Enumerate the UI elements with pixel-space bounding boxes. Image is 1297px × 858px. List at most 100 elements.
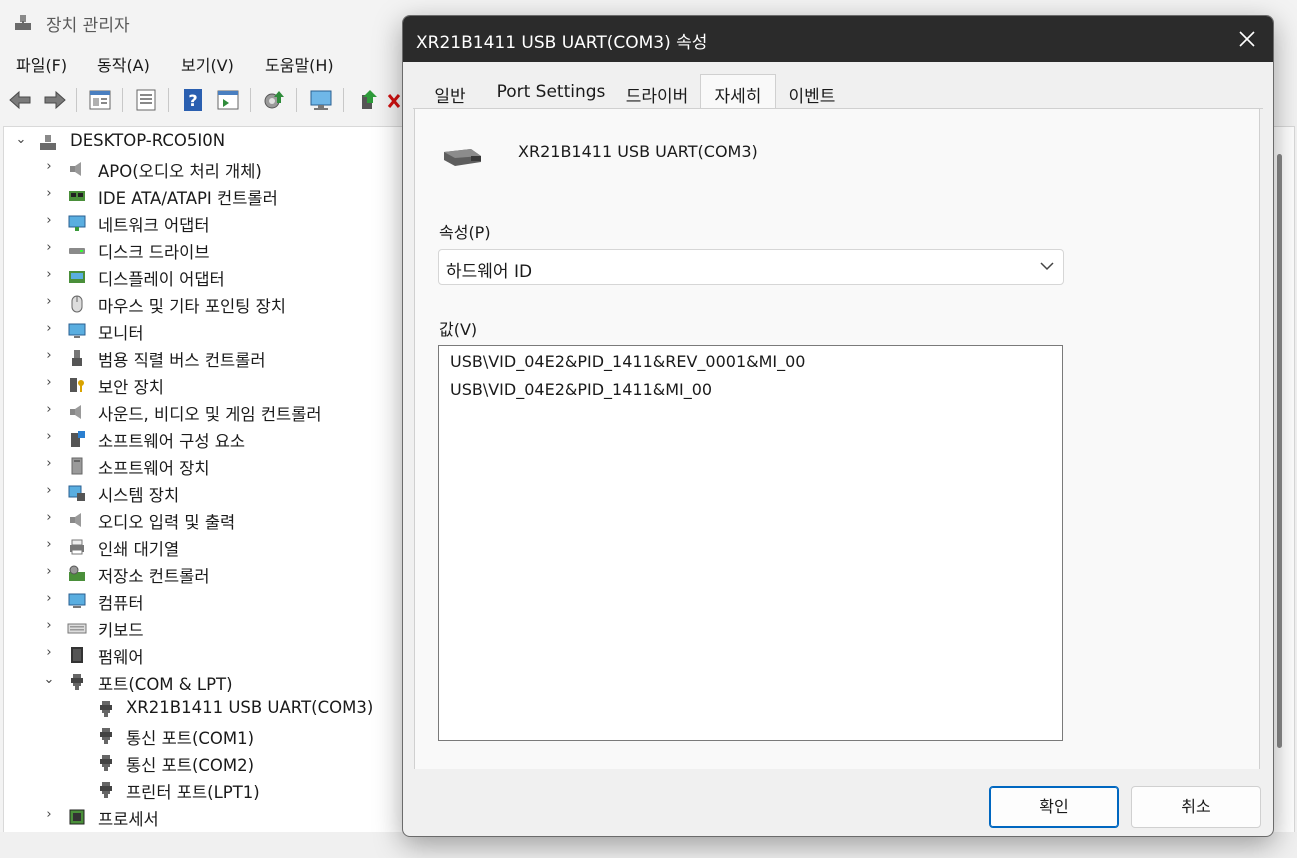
tree-category[interactable]: › 시스템 장치 — [4, 480, 404, 507]
tree-category[interactable]: › 키보드 — [4, 615, 404, 642]
tab-events[interactable]: 이벤트 — [775, 76, 849, 108]
tab-driver-label: 드라이버 — [625, 87, 689, 107]
tree-device-label: XR21B1411 USB UART(COM3) — [126, 698, 374, 717]
menu-view[interactable]: 보기(V) — [181, 52, 234, 76]
enable-device-icon[interactable] — [356, 87, 382, 113]
tree-category[interactable]: › 보안 장치 — [4, 372, 404, 399]
display-adapter-icon — [69, 271, 85, 283]
tree-device[interactable]: 통신 포트(COM2) — [4, 750, 404, 777]
storage-controller-icon — [69, 565, 85, 581]
printer-icon — [70, 539, 84, 555]
ide-controller-icon — [69, 191, 85, 201]
speaker-icon — [70, 405, 81, 419]
tree-category[interactable]: › IDE ATA/ATAPI 컨트롤러 — [4, 183, 404, 210]
update-driver-icon[interactable] — [261, 87, 287, 113]
port-icon — [100, 755, 112, 771]
tree-scrollbar-thumb[interactable] — [1277, 154, 1282, 748]
menu-help[interactable]: 도움말(H) — [265, 52, 334, 76]
chevron-right-icon[interactable]: › — [42, 484, 56, 498]
chevron-right-icon[interactable]: › — [42, 457, 56, 471]
chevron-right-icon[interactable]: › — [42, 241, 56, 255]
chevron-down-icon[interactable]: ⌄ — [14, 133, 28, 147]
tree-category[interactable]: ⌄ 포트(COM & LPT) — [4, 669, 404, 696]
chevron-right-icon[interactable]: › — [42, 619, 56, 633]
tree-category[interactable]: › 오디오 입력 및 출력 — [4, 507, 404, 534]
properties-icon[interactable] — [133, 87, 159, 113]
computer-icon — [68, 593, 86, 608]
tree-category[interactable]: › 모니터 — [4, 318, 404, 345]
menu-bar: 파일(F) 동작(A) 보기(V) 도움말(H) — [0, 48, 400, 80]
app-title: 장치 관리자 — [46, 16, 130, 36]
tab-driver[interactable]: 드라이버 — [613, 76, 701, 108]
property-dropdown[interactable]: 하드웨어 ID — [438, 249, 1064, 285]
tab-general[interactable]: 일반 — [413, 76, 487, 108]
value-item[interactable]: USB\VID_04E2&PID_1411&REV_0001&MI_00 — [450, 352, 805, 371]
show-hide-tree-icon[interactable] — [87, 87, 113, 113]
value-item[interactable]: USB\VID_04E2&PID_1411&MI_00 — [450, 380, 712, 399]
tree-category-label: 키보드 — [98, 621, 144, 640]
chevron-right-icon[interactable]: › — [42, 592, 56, 606]
tree-device[interactable]: 프린터 포트(LPT1) — [4, 777, 404, 804]
tree-root-computer[interactable]: ⌄ DESKTOP-RCO5I0N — [4, 129, 404, 156]
tab-details[interactable]: 자세히 — [700, 74, 776, 109]
close-button[interactable] — [1231, 24, 1263, 54]
scan-hardware-icon[interactable] — [308, 87, 334, 113]
chevron-right-icon[interactable]: › — [42, 214, 56, 228]
tree-category-label: 범용 직렬 버스 컨트롤러 — [98, 351, 266, 370]
tree-device[interactable]: 통신 포트(COM1) — [4, 723, 404, 750]
tab-port-settings[interactable]: Port Settings — [487, 76, 615, 108]
tree-category-label: 소프트웨어 구성 요소 — [98, 432, 246, 451]
tree-category[interactable]: › 소프트웨어 구성 요소 — [4, 426, 404, 453]
chevron-right-icon[interactable]: › — [42, 268, 56, 282]
chevron-right-icon[interactable]: › — [42, 376, 56, 390]
tree-category[interactable]: › APO(오디오 처리 개체) — [4, 156, 404, 183]
chevron-right-icon[interactable]: › — [42, 565, 56, 579]
dialog-titlebar[interactable]: XR21B1411 USB UART(COM3) 속성 — [403, 16, 1273, 62]
chevron-down-icon[interactable]: ⌄ — [42, 673, 56, 687]
chevron-right-icon[interactable]: › — [42, 808, 56, 822]
chevron-down-icon — [1040, 262, 1054, 271]
tree-category[interactable]: › 디스크 드라이브 — [4, 237, 404, 264]
chevron-right-icon[interactable]: › — [42, 538, 56, 552]
chevron-right-icon[interactable]: › — [42, 160, 56, 174]
tree-category[interactable]: › 저장소 컨트롤러 — [4, 561, 404, 588]
chevron-right-icon[interactable]: › — [42, 187, 56, 201]
tree-category[interactable]: › 프로세서 — [4, 804, 404, 831]
help-icon[interactable]: ? — [180, 87, 206, 113]
chevron-right-icon[interactable]: › — [42, 349, 56, 363]
forward-arrow-icon[interactable] — [42, 87, 68, 113]
cancel-button[interactable]: 취소 — [1131, 786, 1261, 828]
port-icon — [100, 701, 112, 717]
tree-category[interactable]: › 펌웨어 — [4, 642, 404, 669]
value-label: 값(V) — [439, 320, 478, 339]
chevron-right-icon[interactable]: › — [42, 403, 56, 417]
chevron-right-icon[interactable]: › — [42, 322, 56, 336]
properties-dialog: XR21B1411 USB UART(COM3) 속성 일반 Port Sett… — [402, 15, 1274, 837]
chevron-right-icon[interactable]: › — [42, 646, 56, 660]
tree-category[interactable]: › 디스플레이 어댑터 — [4, 264, 404, 291]
uninstall-icon[interactable] — [386, 87, 402, 113]
menu-action[interactable]: 동작(A) — [97, 52, 150, 76]
tree-category-label: APO(오디오 처리 개체) — [98, 162, 262, 181]
ok-button[interactable]: 확인 — [989, 786, 1119, 828]
chevron-right-icon[interactable]: › — [42, 295, 56, 309]
tree-category[interactable]: › 범용 직렬 버스 컨트롤러 — [4, 345, 404, 372]
tree-device[interactable]: XR21B1411 USB UART(COM3) — [4, 696, 404, 723]
action-view-icon[interactable] — [215, 87, 241, 113]
chevron-right-icon[interactable]: › — [42, 430, 56, 444]
tree-category[interactable]: › 마우스 및 기타 포인팅 장치 — [4, 291, 404, 318]
back-arrow-icon[interactable] — [7, 87, 33, 113]
menu-file[interactable]: 파일(F) — [16, 52, 67, 76]
tree-category[interactable]: › 사운드, 비디오 및 게임 컨트롤러 — [4, 399, 404, 426]
keyboard-icon — [67, 623, 87, 634]
usb-icon — [72, 350, 82, 366]
tree-category[interactable]: › 컴퓨터 — [4, 588, 404, 615]
tree-category[interactable]: › 네트워크 어댑터 — [4, 210, 404, 237]
tree-category[interactable]: › 인쇄 대기열 — [4, 534, 404, 561]
value-list[interactable]: USB\VID_04E2&PID_1411&REV_0001&MI_00 USB… — [438, 345, 1063, 741]
tree-category-label: IDE ATA/ATAPI 컨트롤러 — [98, 189, 278, 208]
tree-category[interactable]: › 소프트웨어 장치 — [4, 453, 404, 480]
toolbar-separator — [296, 88, 297, 112]
chevron-right-icon[interactable]: › — [42, 511, 56, 525]
mouse-icon — [71, 295, 83, 313]
